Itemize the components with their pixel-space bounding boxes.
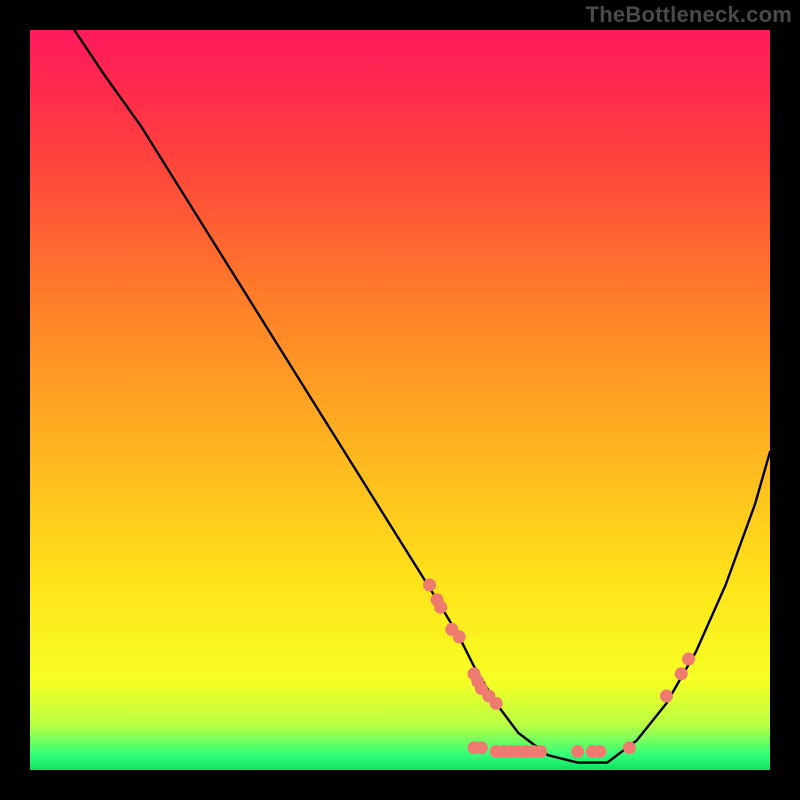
marker-valley-2 (475, 741, 488, 754)
marker-right-up-3 (682, 653, 695, 666)
marker-right-up-1 (660, 690, 673, 703)
marker-group (423, 579, 695, 759)
marker-valley-10 (571, 745, 584, 758)
marker-right-up-2 (675, 667, 688, 680)
watermark-text: TheBottleneck.com (586, 2, 792, 28)
marker-left-upper-1 (423, 579, 436, 592)
marker-left-mid-2 (453, 630, 466, 643)
bottleneck-curve (74, 30, 770, 763)
marker-left-upper-3 (434, 601, 447, 614)
chart-frame: TheBottleneck.com (0, 0, 800, 800)
plot-area (30, 30, 770, 770)
marker-low-5 (490, 697, 503, 710)
marker-valley-12 (593, 745, 606, 758)
marker-valley-13 (623, 741, 636, 754)
marker-valley-9 (534, 745, 547, 758)
curve-svg (30, 30, 770, 770)
